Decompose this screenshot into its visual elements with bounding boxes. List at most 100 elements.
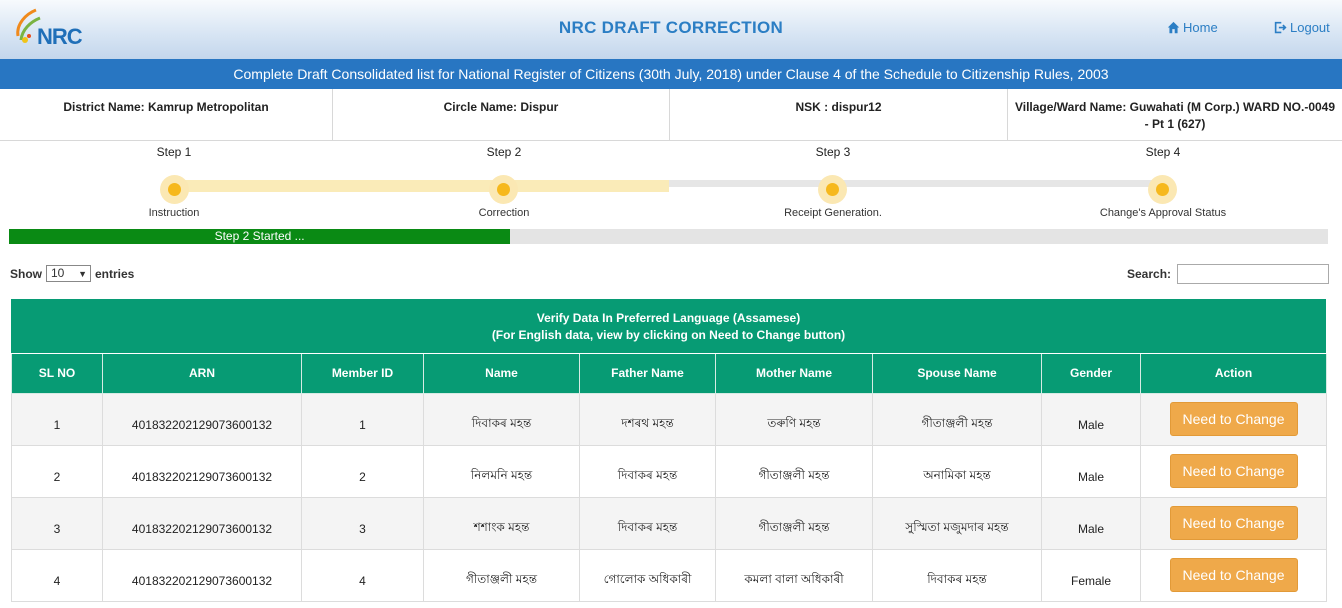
column-header-gender[interactable]: Gender [1041, 354, 1141, 394]
search-input[interactable] [1177, 264, 1330, 284]
schedule-banner: Complete Draft Consolidated list for Nat… [0, 59, 1342, 89]
entries-select[interactable]: 10 ▼ [46, 265, 91, 282]
logout-icon [1274, 21, 1287, 34]
page-title: NRC DRAFT CORRECTION [558, 18, 784, 37]
step-2-label: Step 2 [486, 145, 522, 159]
entries-label: entries [95, 266, 135, 281]
logout-label: Logout [1290, 20, 1330, 35]
search-control: Search: [1127, 264, 1330, 284]
cell-name: শশাংক মহন্ত [423, 496, 580, 550]
step-1-dot-center [168, 183, 181, 196]
cell-action: Need to Change [1140, 496, 1327, 550]
entries-select-value: 10 [51, 266, 65, 280]
cell-spouse-name: দিবাকৰ মহন্ত [872, 548, 1042, 602]
table-caption-line-1: Verify Data In Preferred Language (Assam… [536, 311, 801, 325]
cell-father-name: গোলোক অধিকাৰী [579, 548, 716, 602]
village-ward-line-1: Village/Ward Name: Guwahati (M Corp.) WA… [1014, 100, 1336, 114]
location-info-row: District Name: Kamrup Metropolitan Circl… [0, 89, 1342, 141]
cell-arn: 401832202129073600132 [102, 392, 302, 446]
step-2-dot-center [497, 183, 510, 196]
district-name: District Name: Kamrup Metropolitan [0, 89, 333, 141]
village-ward-line-2: - Pt 1 (627) [1144, 117, 1206, 131]
home-link[interactable]: Home [1167, 20, 1218, 35]
member-table: SL NO ARN Member ID Name Father Name Mot… [11, 354, 1327, 602]
column-header-action: Action [1140, 354, 1327, 394]
logout-link[interactable]: Logout [1274, 20, 1330, 35]
column-header-father-name[interactable]: Father Name [579, 354, 716, 394]
cell-gender: Female [1041, 548, 1141, 602]
cell-gender: Male [1041, 392, 1141, 446]
column-header-name[interactable]: Name [423, 354, 580, 394]
table-row: 1 401832202129073600132 1 দিবাকৰ মহন্ত দ… [11, 392, 1327, 446]
need-to-change-button[interactable]: Need to Change [1169, 454, 1298, 488]
table-caption-line-2: (For English data, view by clicking on N… [491, 328, 846, 342]
need-to-change-button[interactable]: Need to Change [1169, 558, 1298, 592]
step-4-dot[interactable] [1148, 175, 1177, 204]
cell-action: Need to Change [1140, 444, 1327, 498]
cell-action: Need to Change [1140, 548, 1327, 602]
table-row: 2 401832202129073600132 2 নিলমনি মহন্ত দ… [11, 444, 1327, 498]
cell-sl-no: 3 [11, 496, 103, 550]
cell-mother-name: কমলা বালা অধিকাৰী [715, 548, 873, 602]
step-3-caption: Receipt Generation. [784, 207, 882, 219]
member-table-container: Verify Data In Preferred Language (Assam… [11, 299, 1327, 602]
app-root: NRC NRC DRAFT CORRECTION Home Logout Com… [0, 0, 1342, 608]
show-label: Show [10, 266, 42, 281]
cell-member-id: 2 [301, 444, 424, 498]
cell-arn: 401832202129073600132 [102, 548, 302, 602]
cell-arn: 401832202129073600132 [102, 444, 302, 498]
cell-name: নিলমনি মহন্ত [423, 444, 580, 498]
step-1-label: Step 1 [156, 145, 192, 159]
cell-gender: Male [1041, 496, 1141, 550]
home-label: Home [1183, 20, 1218, 35]
cell-sl-no: 4 [11, 548, 103, 602]
step-2-caption: Correction [478, 207, 530, 219]
nsk-name: NSK : dispur12 [670, 89, 1008, 141]
column-header-mother-name[interactable]: Mother Name [715, 354, 873, 394]
cell-father-name: দশৰথ মহন্ত [579, 392, 716, 446]
cell-member-id: 4 [301, 548, 424, 602]
need-to-change-button[interactable]: Need to Change [1169, 402, 1298, 436]
cell-mother-name: তৰুণি মহন্ত [715, 392, 873, 446]
step-3-dot[interactable] [818, 175, 847, 204]
cell-spouse-name: গীতাঞ্জলী মহন্ত [872, 392, 1042, 446]
chevron-down-icon: ▼ [78, 269, 87, 279]
column-header-member-id[interactable]: Member ID [301, 354, 424, 394]
step-2-dot[interactable] [489, 175, 518, 204]
step-1-dot[interactable] [160, 175, 189, 204]
step-4-caption: Change's Approval Status [1099, 207, 1227, 219]
cell-father-name: দিবাকৰ মহন্ত [579, 496, 716, 550]
step-4-dot-center [1156, 183, 1169, 196]
cell-name: গীতাঞ্জলী মহন্ত [423, 548, 580, 602]
column-header-sl-no[interactable]: SL NO [11, 354, 103, 394]
step-progress-fill: Step 2 Started ... [9, 229, 511, 244]
cell-action: Need to Change [1140, 392, 1327, 446]
step-3-label: Step 3 [815, 145, 851, 159]
step-progress-bar: Step 2 Started ... [9, 229, 1328, 244]
circle-name: Circle Name: Dispur [333, 89, 670, 141]
cell-spouse-name: অনামিকা মহন্ত [872, 444, 1042, 498]
cell-name: দিবাকৰ মহন্ত [423, 392, 580, 446]
stepper-track-complete [174, 180, 669, 192]
cell-mother-name: গীতাঞ্জলী মহন্ত [715, 444, 873, 498]
home-icon [1167, 21, 1180, 34]
table-caption: Verify Data In Preferred Language (Assam… [11, 299, 1326, 354]
cell-father-name: দিবাকৰ মহন্ত [579, 444, 716, 498]
stepper-track-pending [669, 180, 1163, 187]
cell-member-id: 3 [301, 496, 424, 550]
search-label: Search: [1127, 267, 1172, 281]
top-header: NRC NRC DRAFT CORRECTION Home Logout [0, 0, 1342, 59]
table-row: 4 401832202129073600132 4 গীতাঞ্জলী মহন্… [11, 548, 1327, 602]
column-header-arn[interactable]: ARN [102, 354, 302, 394]
column-header-spouse-name[interactable]: Spouse Name [872, 354, 1042, 394]
village-ward-name: Village/Ward Name: Guwahati (M Corp.) WA… [1008, 89, 1342, 141]
entries-control: Show 10 ▼ entries [10, 265, 134, 282]
table-row: 3 401832202129073600132 3 শশাংক মহন্ত দি… [11, 496, 1327, 550]
cell-gender: Male [1041, 444, 1141, 498]
table-header-row: SL NO ARN Member ID Name Father Name Mot… [11, 354, 1327, 394]
need-to-change-button[interactable]: Need to Change [1169, 506, 1298, 540]
cell-mother-name: গীতাঞ্জলী মহন্ত [715, 496, 873, 550]
step-4-label: Step 4 [1145, 145, 1181, 159]
step-1-caption: Instruction [148, 207, 200, 219]
cell-sl-no: 2 [11, 444, 103, 498]
